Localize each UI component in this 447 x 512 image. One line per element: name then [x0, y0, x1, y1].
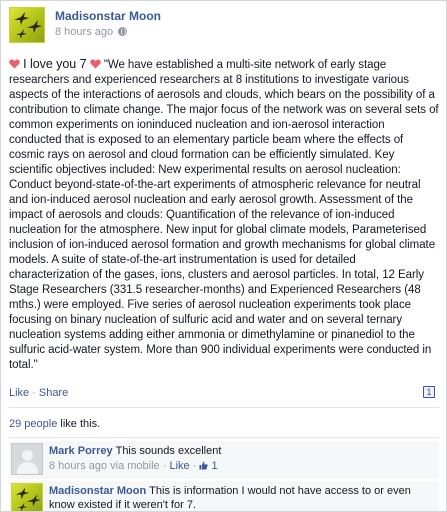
birds-icon — [15, 487, 41, 511]
post-header: Madisonstar Moon 8 hours ago — [9, 7, 439, 43]
post-timestamp[interactable]: 8 hours ago — [55, 26, 113, 38]
comment-item: Mark Porrey This sounds excellent 8 hours… — [9, 441, 439, 479]
share-link[interactable]: Share — [39, 387, 68, 399]
thumbs-up-icon — [199, 461, 209, 470]
heart-icon — [9, 59, 20, 69]
post-actions: Like · Share — [9, 387, 439, 399]
birds-icon — [14, 12, 42, 39]
commenter-avatar[interactable] — [11, 483, 43, 511]
likes-count-link[interactable]: 29 people — [9, 418, 57, 430]
comment-text-row: Madisonstar Moon This is information I wo… — [49, 484, 434, 511]
facebook-post: Madisonstar Moon 8 hours ago I love you … — [0, 0, 447, 512]
commenter-name[interactable]: Mark Porrey — [49, 445, 113, 457]
comment-meta: 8 hours ago via mobile · Like · 1 — [49, 460, 218, 472]
likes-summary: 29 people like this. — [9, 418, 100, 430]
comment-like-count[interactable]: 1 — [212, 460, 218, 472]
commenter-avatar[interactable] — [11, 443, 43, 475]
action-separator: · — [32, 387, 36, 399]
comment-like-link[interactable]: Like — [169, 460, 189, 472]
meta-separator: · — [162, 460, 167, 472]
comment-text: This sounds excellent — [115, 445, 222, 457]
post-body: I love you 7 "We have established a mult… — [9, 57, 439, 373]
heart-icon — [89, 59, 101, 69]
post-timestamp-row: 8 hours ago — [55, 26, 128, 38]
comment-item: Madisonstar Moon This is information I wo… — [9, 481, 439, 511]
likes-suffix: like this. — [57, 418, 101, 430]
like-link[interactable]: Like — [9, 387, 29, 399]
post-author-name[interactable]: Madisonstar Moon — [55, 9, 161, 23]
comment-icon[interactable]: 1 — [423, 386, 435, 398]
commenter-name[interactable]: Madisonstar Moon — [49, 485, 146, 497]
comment-timestamp[interactable]: 8 hours ago via mobile — [49, 460, 160, 472]
meta-separator: · — [192, 460, 197, 472]
post-quote-text: "We have established a multi-site networ… — [9, 59, 439, 371]
comment-text-row: Mark Porrey This sounds excellent — [49, 444, 434, 458]
globe-icon — [118, 27, 128, 36]
divider — [9, 407, 439, 408]
post-lead-text: I love you 7 — [23, 57, 87, 71]
divider — [9, 437, 439, 438]
author-avatar[interactable] — [9, 7, 45, 43]
